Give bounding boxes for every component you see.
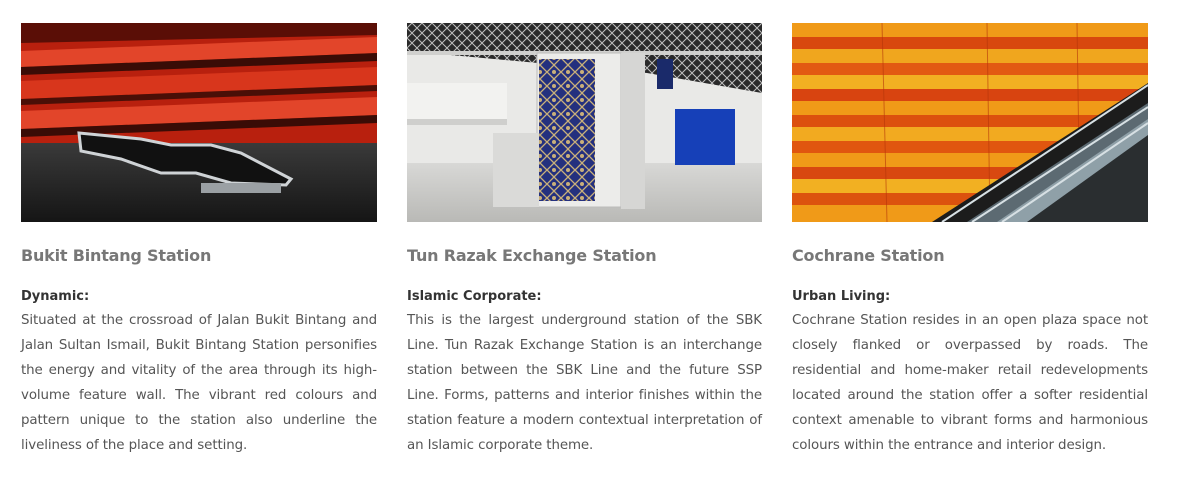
theme-label: Dynamic:	[21, 289, 90, 304]
bukit-bintang-photo[interactable]	[21, 23, 377, 222]
theme-label: Urban Living:	[792, 289, 891, 304]
station-title: Cochrane Station	[792, 246, 945, 265]
station-description: Situated at the crossroad of Jalan Bukit…	[21, 313, 377, 453]
theme-label: Islamic Corporate:	[407, 289, 542, 304]
station-description: Cochrane Station resides in an open plaz…	[792, 313, 1148, 453]
cochrane-photo[interactable]	[792, 23, 1148, 222]
station-gallery: Bukit Bintang Station Dynamic: Situated …	[0, 0, 1202, 480]
station-card-bukit-bintang: Bukit Bintang Station Dynamic: Situated …	[21, 23, 377, 458]
tun-razak-exchange-photo[interactable]	[407, 23, 762, 222]
station-title: Tun Razak Exchange Station	[407, 246, 657, 265]
station-title: Bukit Bintang Station	[21, 246, 212, 265]
station-description: This is the largest underground station …	[407, 313, 762, 453]
station-card-tun-razak-exchange: Tun Razak Exchange Station Islamic Corpo…	[407, 23, 762, 458]
station-card-cochrane: Cochrane Station Urban Living: Cochrane …	[792, 23, 1148, 458]
